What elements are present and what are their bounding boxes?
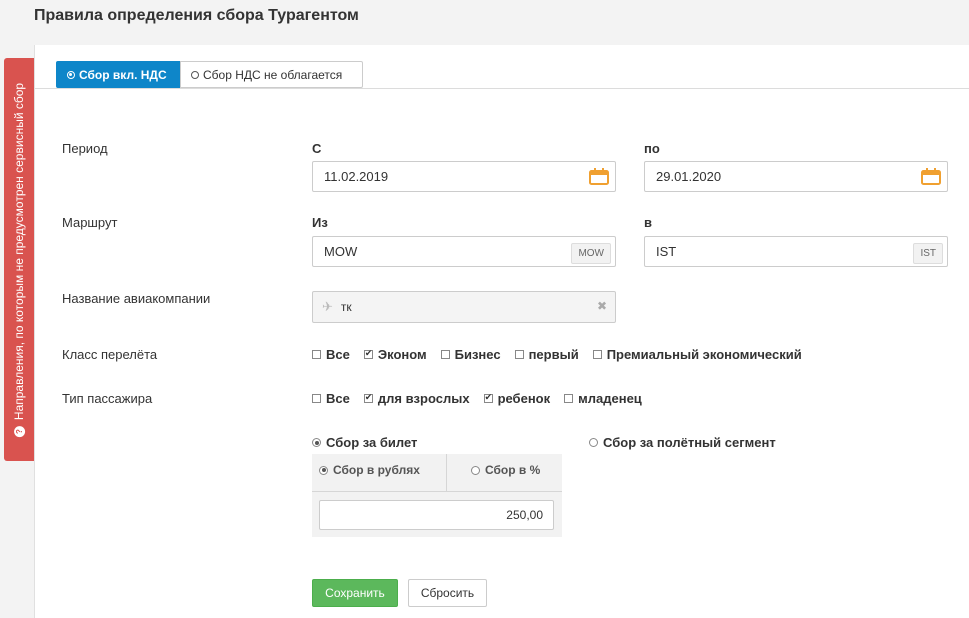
route-from-label: Из bbox=[312, 215, 328, 230]
date-from-input[interactable]: 11.02.2019 bbox=[312, 161, 616, 192]
airline-input[interactable]: ✈ тк ✖ bbox=[312, 291, 616, 323]
route-from-value: MOW bbox=[324, 244, 358, 259]
tab-label: Сбор вкл. НДС bbox=[79, 67, 167, 82]
airline-value: тк bbox=[340, 300, 352, 314]
passenger-option-all[interactable]: Все bbox=[312, 391, 350, 406]
flight-class-label: Класс перелёта bbox=[62, 347, 158, 362]
tabs-divider bbox=[35, 88, 969, 89]
passenger-type-options: Все для взрослых ребенок младенец bbox=[312, 391, 656, 406]
main-content: Сбор вкл. НДС Сбор НДС не облагается Пер… bbox=[34, 45, 969, 618]
route-from-code-badge: MOW bbox=[571, 243, 611, 264]
radio-selected-icon bbox=[67, 70, 75, 79]
flight-class-options: Все Эконом Бизнес первый Премиальный эко… bbox=[312, 347, 816, 362]
radio[interactable] bbox=[471, 465, 480, 475]
plane-icon: ✈ bbox=[322, 299, 333, 314]
route-to-value: IST bbox=[656, 244, 677, 259]
page-title: Правила определения сбора Турагентом bbox=[34, 7, 359, 24]
date-to-input[interactable]: 29.01.2020 bbox=[644, 161, 948, 192]
radio-label: Сбор за полётный сегмент bbox=[603, 435, 776, 450]
class-option-economy[interactable]: Эконом bbox=[363, 347, 427, 362]
fee-per-ticket-radio[interactable]: Сбор за билет bbox=[312, 435, 417, 450]
period-label: Период bbox=[62, 141, 108, 156]
fee-per-segment-radio[interactable]: Сбор за полётный сегмент bbox=[589, 435, 776, 450]
checkbox-label: Бизнес bbox=[454, 347, 501, 362]
checkbox[interactable] bbox=[363, 348, 373, 359]
calendar-icon[interactable] bbox=[589, 168, 609, 185]
airline-label: Название авиакомпании bbox=[62, 291, 211, 306]
checkbox[interactable] bbox=[312, 350, 321, 359]
radio[interactable] bbox=[312, 438, 321, 447]
no-fee-directions-label: Направления, по которым не предусмотрен … bbox=[12, 82, 27, 420]
class-option-business[interactable]: Бизнес bbox=[440, 347, 501, 362]
radio[interactable] bbox=[319, 465, 328, 475]
radio[interactable] bbox=[589, 438, 598, 447]
period-to-label: по bbox=[644, 141, 660, 156]
checkbox[interactable] bbox=[514, 350, 524, 359]
reset-button[interactable]: Сбросить bbox=[408, 579, 487, 607]
checkbox-label: первый bbox=[528, 347, 579, 362]
passenger-option-child[interactable]: ребенок bbox=[483, 391, 551, 406]
period-from-label: С bbox=[312, 141, 322, 156]
passenger-option-infant[interactable]: младенец bbox=[564, 391, 642, 406]
fee-amount-input[interactable]: 250,00 bbox=[319, 500, 554, 530]
clear-icon[interactable]: ✖ bbox=[597, 299, 607, 313]
radio-label: Сбор за билет bbox=[326, 435, 418, 450]
no-fee-directions-tab[interactable]: ? Направления, по которым не предусмотре… bbox=[4, 58, 34, 461]
radio-label: Сбор в рублях bbox=[333, 463, 420, 477]
tab-fee-no-vat[interactable]: Сбор НДС не облагается bbox=[180, 61, 363, 88]
checkbox-label: Все bbox=[326, 347, 350, 362]
class-option-all[interactable]: Все bbox=[312, 347, 350, 362]
date-to-value: 29.01.2020 bbox=[656, 169, 722, 184]
checkbox[interactable] bbox=[440, 350, 450, 359]
checkbox[interactable] bbox=[312, 394, 321, 403]
fee-amount-value: 250,00 bbox=[506, 508, 543, 522]
checkbox[interactable] bbox=[483, 392, 493, 403]
checkbox-label: младенец bbox=[578, 391, 642, 406]
radio-empty-icon bbox=[191, 70, 199, 79]
route-to-code-badge: IST bbox=[913, 243, 943, 264]
save-button[interactable]: Сохранить bbox=[312, 579, 398, 607]
checkbox-label: ребенок bbox=[497, 391, 551, 406]
passenger-type-label: Тип пассажира bbox=[62, 391, 153, 406]
route-to-input[interactable]: IST IST bbox=[644, 236, 948, 267]
question-circle-icon: ? bbox=[13, 425, 25, 437]
radio-label: Сбор в % bbox=[485, 463, 541, 477]
class-option-premium-economy[interactable]: Премиальный экономический bbox=[592, 347, 802, 362]
class-option-first[interactable]: первый bbox=[514, 347, 579, 362]
checkbox-label: Эконом bbox=[377, 347, 427, 362]
checkbox[interactable] bbox=[363, 392, 373, 403]
checkbox-label: Все bbox=[326, 391, 350, 406]
tab-label: Сбор НДС не облагается bbox=[203, 67, 343, 82]
checkbox-label: Премиальный экономический bbox=[606, 347, 802, 362]
route-label: Маршрут bbox=[62, 215, 118, 230]
route-to-label: в bbox=[644, 215, 652, 230]
tab-fee-incl-vat[interactable]: Сбор вкл. НДС bbox=[56, 61, 180, 88]
fee-in-rubles-radio[interactable]: Сбор в рублях bbox=[319, 463, 420, 477]
checkbox[interactable] bbox=[592, 350, 602, 359]
divider bbox=[312, 491, 562, 492]
fee-in-percent-radio[interactable]: Сбор в % bbox=[471, 463, 540, 477]
route-from-input[interactable]: MOW MOW bbox=[312, 236, 616, 267]
checkbox[interactable] bbox=[564, 394, 574, 403]
fee-amount-box: Сбор в рублях Сбор в % 250,00 bbox=[312, 454, 562, 537]
divider bbox=[446, 454, 447, 491]
checkbox-label: для взрослых bbox=[377, 391, 470, 406]
passenger-option-adult[interactable]: для взрослых bbox=[363, 391, 470, 406]
calendar-icon[interactable] bbox=[921, 168, 941, 185]
date-from-value: 11.02.2019 bbox=[324, 169, 389, 184]
